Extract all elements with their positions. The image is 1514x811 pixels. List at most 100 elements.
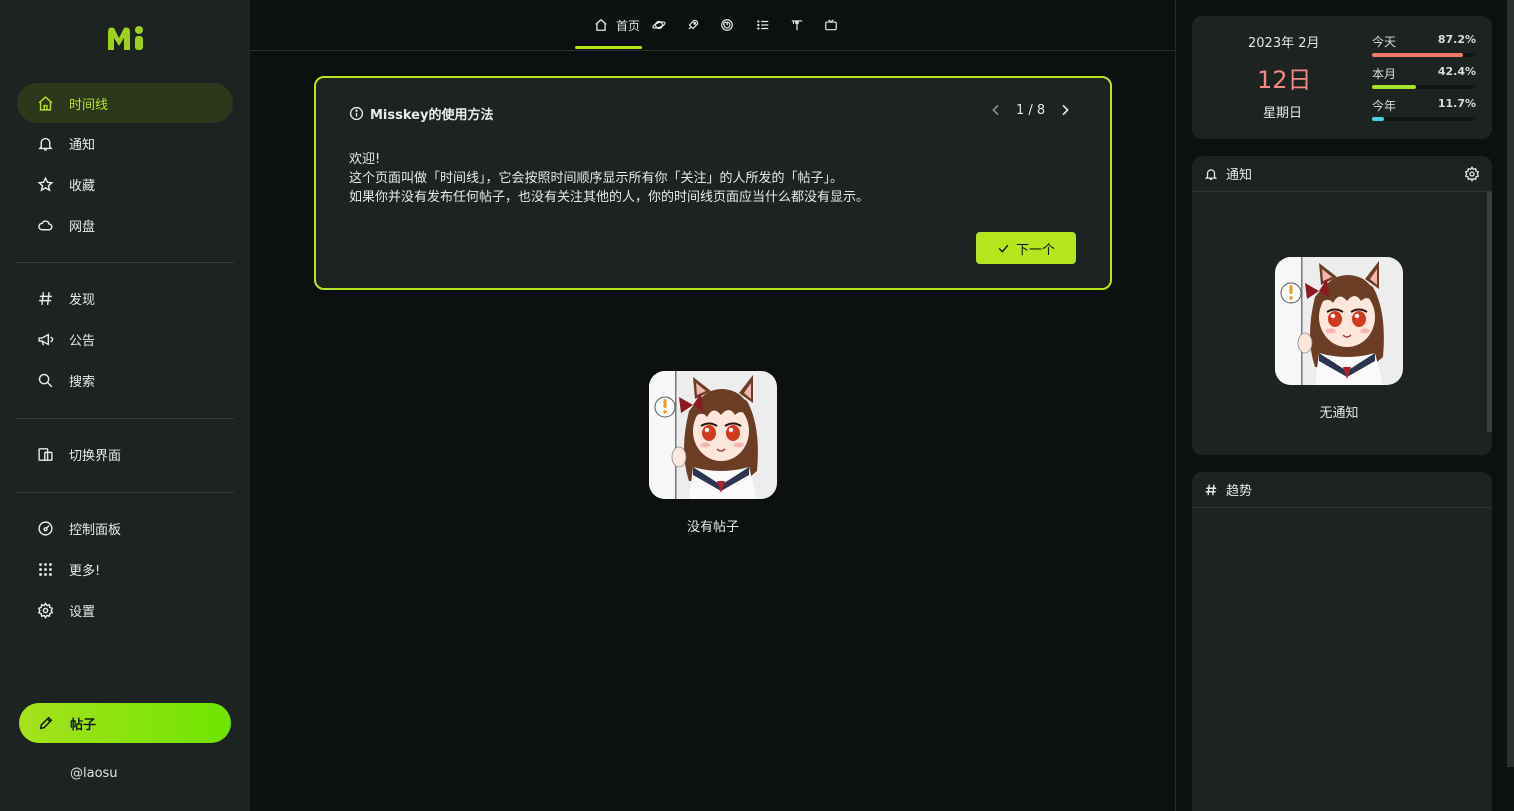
post-button[interactable]: 帖子 xyxy=(19,703,231,743)
sidebar-item-announcements[interactable]: 公告 xyxy=(17,319,233,359)
tv-icon xyxy=(824,18,838,32)
gauge-icon xyxy=(37,520,54,537)
tab-global[interactable] xyxy=(720,14,734,36)
prev-page-button[interactable] xyxy=(988,102,1004,118)
empty-timeline-text: 没有帖子 xyxy=(686,520,739,535)
cloud-icon xyxy=(37,217,54,234)
sidebar-item-label: 切换界面 xyxy=(69,448,122,464)
list-icon xyxy=(756,18,770,32)
tab-lists[interactable] xyxy=(756,14,770,36)
progress-track xyxy=(1372,117,1476,121)
sidebar-item-label: 网盘 xyxy=(69,219,96,235)
sidebar-divider xyxy=(16,492,234,493)
progress-label: 本月 xyxy=(1372,67,1397,81)
home-icon xyxy=(594,18,608,32)
gear-icon xyxy=(37,601,54,619)
tab-local[interactable] xyxy=(652,14,666,36)
onboarding-body: 欢迎! 这个页面叫做「时间线」，它会按照时间顺序显示所有你「关注」的人所发的「帖… xyxy=(349,150,869,207)
sidebar-item-label: 时间线 xyxy=(69,97,109,113)
page-counter: 1 / 8 xyxy=(1016,102,1046,118)
widget-header: 趋势 xyxy=(1192,472,1492,508)
grid-dots-icon xyxy=(37,561,54,578)
sidebar-item-label: 设置 xyxy=(69,604,96,620)
progress-fill xyxy=(1372,53,1463,57)
sidebar-item-label: 发现 xyxy=(69,292,96,308)
bell-icon xyxy=(1204,167,1218,181)
account-handle[interactable]: @laosu xyxy=(70,766,118,781)
onboarding-card: Misskey的使用方法 1 / 8 欢迎! 这个页面叫做「时间线」，它会按照时… xyxy=(314,76,1112,290)
calendar-weekday: 星期日 xyxy=(1263,106,1303,121)
no-notifications-text: 无通知 xyxy=(1319,406,1359,421)
widget-header: 通知 xyxy=(1192,156,1492,192)
sidebar-item-control-panel[interactable]: 控制面板 xyxy=(17,508,233,548)
sidebar-item-label: 收藏 xyxy=(69,178,96,194)
info-icon xyxy=(349,106,364,121)
tab-home[interactable]: 首页 xyxy=(586,14,640,36)
sidebar-item-label: 通知 xyxy=(69,137,96,153)
tab-home-label: 首页 xyxy=(616,18,641,33)
widget-title: 趋势 xyxy=(1226,484,1253,499)
hash-icon xyxy=(37,290,54,307)
sidebar-item-favorites[interactable]: 收藏 xyxy=(17,164,233,204)
search-icon xyxy=(37,372,54,389)
next-button[interactable]: 下一个 xyxy=(976,232,1076,264)
sidebar: 时间线 通知 收藏 网盘 发现 公告 搜索 切换界面 控制面板 更多! 设置 帖… xyxy=(0,0,250,811)
check-icon xyxy=(997,242,1010,255)
sidebar-item-label: 公告 xyxy=(69,333,96,349)
column-divider xyxy=(1175,0,1176,811)
widget-scrollbar[interactable] xyxy=(1487,192,1492,432)
onboarding-title-text: Misskey的使用方法 xyxy=(370,108,494,123)
calendar-day: 12日 xyxy=(1257,66,1312,94)
hash-icon xyxy=(1204,483,1218,497)
onboarding-title: Misskey的使用方法 xyxy=(349,104,493,123)
antenna-icon xyxy=(790,18,804,32)
progress-track xyxy=(1372,85,1476,89)
misskey-logo[interactable] xyxy=(106,24,146,54)
megaphone-icon xyxy=(37,331,54,348)
progress-percent: 42.4% xyxy=(1437,65,1476,78)
tab-antennas[interactable] xyxy=(790,14,804,36)
sidebar-item-search[interactable]: 搜索 xyxy=(17,360,233,400)
whirl-icon xyxy=(720,18,734,32)
sidebar-item-label: 更多! xyxy=(69,563,101,579)
sidebar-item-switch-ui[interactable]: 切换界面 xyxy=(17,434,233,474)
sidebar-divider xyxy=(16,418,234,419)
sidebar-item-notifications[interactable]: 通知 xyxy=(17,123,233,163)
onboarding-pager: 1 / 8 xyxy=(988,102,1073,118)
notifications-widget: 通知 无通知 xyxy=(1192,156,1492,455)
progress-track xyxy=(1372,53,1476,57)
bell-icon xyxy=(37,135,54,152)
gear-icon[interactable] xyxy=(1464,166,1480,182)
sidebar-item-explore[interactable]: 发现 xyxy=(17,278,233,318)
rocket-icon xyxy=(686,18,700,32)
progress-label: 今天 xyxy=(1372,35,1397,49)
calendar-widget: 2023年 2月 12日 星期日 今天 87.2% 本月 42.4% 今年 11… xyxy=(1192,16,1492,139)
sidebar-divider xyxy=(16,262,234,263)
progress-label: 今年 xyxy=(1372,99,1397,113)
sidebar-item-settings[interactable]: 设置 xyxy=(17,590,233,630)
active-tab-indicator xyxy=(575,46,642,49)
next-button-label: 下一个 xyxy=(1015,242,1055,258)
post-button-label: 帖子 xyxy=(70,717,97,733)
next-page-button[interactable] xyxy=(1057,102,1073,118)
progress-percent: 11.7% xyxy=(1437,97,1476,110)
planet-icon xyxy=(652,18,666,32)
progress-percent: 87.2% xyxy=(1437,33,1476,46)
star-icon xyxy=(37,175,54,193)
pencil-icon xyxy=(38,715,54,731)
onboarding-line: 如果你并没有发布任何帖子，也没有关注其他的人，你的时间线页面应当什么都没有显示。 xyxy=(349,190,870,205)
sidebar-item-label: 搜索 xyxy=(69,374,96,390)
progress-fill xyxy=(1372,117,1385,121)
sidebar-item-drive[interactable]: 网盘 xyxy=(17,205,233,245)
calendar-year-month: 2023年 2月 xyxy=(1248,36,1320,51)
sidebar-item-timeline[interactable]: 时间线 xyxy=(17,83,233,123)
page-scrollbar[interactable] xyxy=(1507,0,1514,767)
switch-ui-icon xyxy=(37,446,54,463)
onboarding-line: 欢迎! xyxy=(349,152,381,167)
sidebar-item-more[interactable]: 更多! xyxy=(17,549,233,589)
widget-title: 通知 xyxy=(1226,168,1253,183)
tab-social[interactable] xyxy=(686,14,700,36)
onboarding-line: 这个页面叫做「时间线」，它会按照时间顺序显示所有你「关注」的人所发的「帖子」。 xyxy=(349,171,844,186)
tab-channels[interactable] xyxy=(824,14,838,36)
progress-fill xyxy=(1372,85,1417,89)
